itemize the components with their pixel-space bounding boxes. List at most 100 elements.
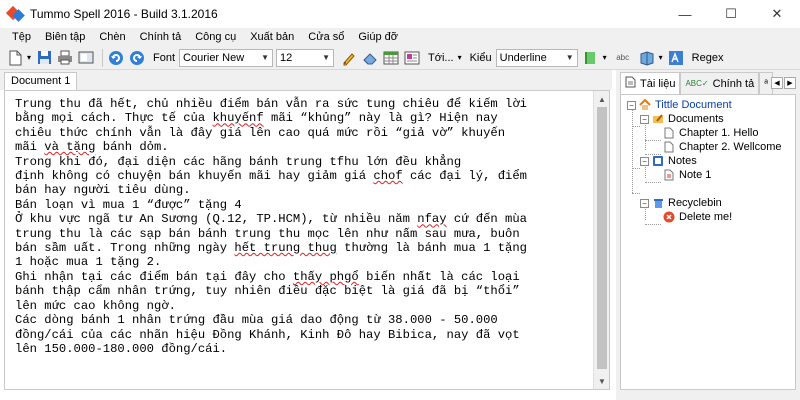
notes-icon <box>652 155 664 167</box>
app-logo-icon <box>5 5 25 22</box>
save-icon[interactable] <box>35 49 53 67</box>
text-run: Trong khi đó, đại diện các hãng bánh tru… <box>15 154 462 169</box>
new-dropdown-icon[interactable]: ▾ <box>27 53 31 62</box>
misspelled-word[interactable]: khuyếnf <box>212 111 263 125</box>
scroll-down-icon[interactable]: ▼ <box>594 373 610 389</box>
window-title: Tummo Spell 2016 - Build 3.1.2016 <box>30 7 218 21</box>
folder-pencil-icon <box>652 113 664 125</box>
tree-notes-label: Notes <box>668 155 697 167</box>
vertical-scrollbar[interactable]: ▲ ▼ <box>593 91 609 389</box>
tree-node-documents[interactable]: − Documents <box>640 112 724 126</box>
undo-icon[interactable] <box>107 49 125 67</box>
tree-node-chapter-2[interactable]: Chapter 2. Wellcome <box>663 140 782 154</box>
style-select-value: Underline <box>499 51 547 64</box>
collapse-icon[interactable]: − <box>640 114 649 124</box>
menu-publish[interactable]: Xuất bản <box>250 31 294 43</box>
editor-line: chiêu thức chính vẫn là đây giá lên cao … <box>15 126 593 140</box>
tree-delete-me-label: Delete me! <box>679 211 733 223</box>
extra-tab-icon: ᵃ <box>764 78 768 89</box>
editor-line: Ghi nhận tại các điểm bán tại đây cho th… <box>15 270 593 284</box>
misspelled-word[interactable]: và tặng <box>44 140 95 154</box>
font-select[interactable]: Courier New ▼ <box>179 48 274 67</box>
redo-icon[interactable] <box>128 49 146 67</box>
misspelled-word[interactable]: nfay <box>417 212 446 226</box>
editor-line: lên 150.000-180.000 đồng/cái. <box>15 342 593 356</box>
house-icon <box>639 99 651 111</box>
text-editor[interactable]: Trung thu đã hết, chủ nhiều điểm bán vẫn… <box>4 90 610 390</box>
goto-dropdown-icon[interactable]: ▾ <box>458 53 462 62</box>
tab-document-1[interactable]: Document 1 <box>4 72 78 90</box>
text-run: trung thu là các sạp bán bánh trung thu … <box>15 226 520 241</box>
tree-node-delete-me[interactable]: Delete me! <box>663 210 732 224</box>
goto-label[interactable]: Tới... <box>428 52 454 64</box>
menu-edit[interactable]: Biên tập <box>45 31 85 43</box>
scroll-thumb[interactable] <box>597 107 607 369</box>
editor-line: định không có chuyện bán khuyến mãi hay … <box>15 169 593 183</box>
misspelled-word[interactable]: chof <box>373 169 402 183</box>
editor-content[interactable]: Trung thu đã hết, chủ nhiều điểm bán vẫn… <box>15 97 593 356</box>
note-page-icon <box>663 169 675 181</box>
tab-scroll-right-icon[interactable]: ▶ <box>784 77 796 89</box>
maximize-button[interactable]: ☐ <box>708 0 754 28</box>
misspelled-word[interactable]: hết trung thug <box>234 241 336 255</box>
text-run: cứ đến mùa <box>446 212 527 227</box>
insert-table-icon[interactable] <box>382 49 400 67</box>
menu-window[interactable]: Cửa sổ <box>308 31 344 43</box>
dictionary-icon[interactable] <box>638 49 656 67</box>
document-tree[interactable]: − Tittle Document − Documents Chapter 1.… <box>620 94 796 390</box>
editor-line: đồng/cái của các nhãn hiệu Đồng Khánh, K… <box>15 328 593 342</box>
tab-spelling[interactable]: ABC✓ Chính tả <box>680 72 760 94</box>
menu-help[interactable]: Giúp đỡ <box>358 31 398 43</box>
new-document-icon[interactable] <box>6 49 24 67</box>
menu-spelling[interactable]: Chính tả <box>140 31 182 43</box>
tab-documents[interactable]: Tài liệu <box>620 72 681 94</box>
scroll-up-icon[interactable]: ▲ <box>594 91 610 107</box>
preview-icon[interactable] <box>77 49 95 67</box>
style-select[interactable]: Underline ▼ <box>495 48 578 67</box>
document-icon <box>625 76 636 91</box>
menu-insert[interactable]: Chèn <box>99 31 125 43</box>
close-button[interactable]: ✕ <box>754 0 800 28</box>
tab-spelling-label: Chính tả <box>712 77 755 90</box>
sort-az-icon[interactable] <box>667 49 685 67</box>
menu-tools[interactable]: Công cụ <box>195 31 236 43</box>
eraser-icon[interactable] <box>361 49 379 67</box>
collapse-icon[interactable]: − <box>640 198 649 208</box>
regex-label[interactable]: Regex <box>692 52 724 64</box>
text-run: Các dòng bánh 1 nhân trứng đầu mùa giá d… <box>15 313 498 328</box>
dictionary-dropdown-icon[interactable]: ▾ <box>659 53 663 62</box>
color-book-icon[interactable] <box>582 49 600 67</box>
tree-root-node[interactable]: − Tittle Document <box>627 98 732 112</box>
menu-file[interactable]: Tệp <box>12 31 31 43</box>
text-run: bằng mọi cách. Thực tế của <box>15 111 213 126</box>
minimize-button[interactable]: — <box>662 0 708 28</box>
misspelled-word[interactable]: thấy phgổ <box>293 270 359 284</box>
collapse-icon[interactable]: − <box>640 156 649 166</box>
tree-node-recyclebin[interactable]: − Recyclebin <box>640 196 722 210</box>
text-run: bánh thập cẩm nhân trứng, tuy nhiên điều… <box>15 284 520 299</box>
menu-bar: Tệp Biên tập Chèn Chính tả Công cụ Xuất … <box>0 28 800 46</box>
font-size-select[interactable]: 12 ▼ <box>276 48 335 67</box>
spellcheck-icon[interactable]: abc <box>611 49 635 67</box>
tree-node-note-1[interactable]: Note 1 <box>663 168 711 182</box>
font-label: Font <box>153 51 176 64</box>
font-select-value: Courier New <box>183 51 245 64</box>
tree-node-notes[interactable]: − Notes <box>640 154 697 168</box>
text-run: bánh dỏm. <box>95 140 169 155</box>
editor-line: bánh thập cẩm nhân trứng, tuy nhiên điều… <box>15 284 593 298</box>
tab-scroll-left-icon[interactable]: ◀ <box>771 77 783 89</box>
color-dropdown-icon[interactable]: ▾ <box>603 53 607 62</box>
insert-image-icon[interactable] <box>403 49 421 67</box>
pen-icon[interactable] <box>340 49 358 67</box>
tree-root-label: Tittle Document <box>655 99 732 111</box>
editor-line: Trong khi đó, đại diện các hãng bánh tru… <box>15 155 593 169</box>
print-icon[interactable] <box>56 49 74 67</box>
tree-note-1-label: Note 1 <box>679 169 712 181</box>
tree-node-chapter-1[interactable]: Chapter 1. Hello <box>663 126 759 140</box>
page-icon <box>663 141 675 153</box>
tree-recyclebin-label: Recyclebin <box>668 197 722 209</box>
editor-line: Bán loạn vì mua 1 “được” tặng 4 <box>15 198 593 212</box>
text-run: đồng/cái của các nhãn hiệu Đồng Khánh, K… <box>15 327 520 342</box>
text-run: biến nhất là các loại <box>358 269 520 284</box>
collapse-icon[interactable]: − <box>627 100 636 110</box>
